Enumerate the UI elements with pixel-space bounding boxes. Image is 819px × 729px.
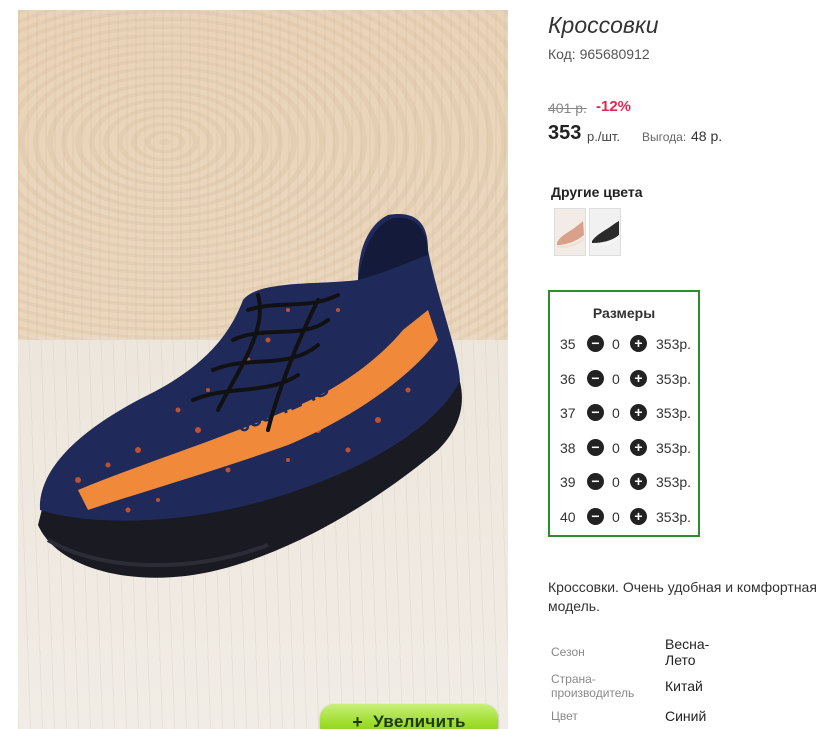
size-price: 353р. xyxy=(656,474,692,490)
sneaker-thumbnail-icon xyxy=(590,209,620,255)
attribute-label-season: Сезон xyxy=(551,645,585,659)
plus-icon[interactable]: + xyxy=(630,439,647,456)
sizes-panel: Размеры 35 − 0 + 353р. 36 − 0 + 353р. 37… xyxy=(548,290,700,537)
discount-badge: -12% xyxy=(596,98,632,115)
size-quantity: 0 xyxy=(612,371,620,387)
minus-icon[interactable]: − xyxy=(587,370,604,387)
price-unit: р./шт. xyxy=(587,129,621,144)
minus-icon[interactable]: − xyxy=(587,335,604,352)
color-swatch-beige[interactable] xyxy=(554,208,586,256)
size-price: 353р. xyxy=(656,371,692,387)
minus-icon[interactable]: − xyxy=(587,473,604,490)
savings-value: 48 р. xyxy=(691,128,723,144)
size-label: 36 xyxy=(560,371,576,387)
attribute-value-color: Синий xyxy=(665,708,707,724)
size-row: 39 − 0 + 353р. xyxy=(550,472,698,492)
product-code-label: Код: xyxy=(548,46,576,62)
plus-icon: + xyxy=(352,711,364,729)
product-code-value: 965680912 xyxy=(579,46,650,62)
plus-icon[interactable]: + xyxy=(630,370,647,387)
size-quantity: 0 xyxy=(612,336,620,352)
minus-icon[interactable]: − xyxy=(587,439,604,456)
minus-icon[interactable]: − xyxy=(587,508,604,525)
product-image[interactable]: SPLY-350 + Увеличить xyxy=(18,10,508,729)
old-price: 401 р. xyxy=(548,100,587,116)
size-price: 353р. xyxy=(656,440,692,456)
size-label: 40 xyxy=(560,509,576,525)
plus-icon[interactable]: + xyxy=(630,404,647,421)
size-row: 37 − 0 + 353р. xyxy=(550,403,698,423)
size-quantity: 0 xyxy=(612,440,620,456)
size-label: 38 xyxy=(560,440,576,456)
size-label: 35 xyxy=(560,336,576,352)
sizes-title: Размеры xyxy=(592,305,656,321)
size-price: 353р. xyxy=(656,509,692,525)
size-price: 353р. xyxy=(656,405,692,421)
size-label: 39 xyxy=(560,474,576,490)
plus-icon[interactable]: + xyxy=(630,335,647,352)
product-code: Код: 965680912 xyxy=(548,46,650,62)
plus-icon[interactable]: + xyxy=(630,508,647,525)
attribute-value-country: Китай xyxy=(665,678,703,694)
size-label: 37 xyxy=(560,405,576,421)
size-row: 40 − 0 + 353р. xyxy=(550,507,698,527)
size-row: 38 − 0 + 353р. xyxy=(550,438,698,458)
attribute-label-color: Цвет xyxy=(551,709,578,723)
sneaker-photo: SPLY-350 xyxy=(38,214,462,578)
plus-icon[interactable]: + xyxy=(630,473,647,490)
size-row: 36 − 0 + 353р. xyxy=(550,369,698,389)
sneaker-thumbnail-icon xyxy=(555,209,585,255)
savings-label: Выгода: xyxy=(642,130,687,144)
size-row: 35 − 0 + 353р. xyxy=(550,334,698,354)
minus-icon[interactable]: − xyxy=(587,404,604,421)
size-quantity: 0 xyxy=(612,405,620,421)
attribute-value-season: Весна-Лето xyxy=(665,636,710,668)
attribute-label-country: Страна-производитель xyxy=(551,672,635,700)
size-price: 353р. xyxy=(656,336,692,352)
zoom-button-label: Увеличить xyxy=(373,712,466,729)
zoom-button[interactable]: + Увеличить xyxy=(320,704,498,729)
current-price: 353 xyxy=(548,122,582,144)
size-quantity: 0 xyxy=(612,509,620,525)
size-quantity: 0 xyxy=(612,474,620,490)
color-swatch-black[interactable] xyxy=(589,208,621,256)
product-title: Кроссовки xyxy=(548,12,659,38)
product-description: Кроссовки. Очень удобная и комфортная мо… xyxy=(548,579,817,614)
other-colors-title: Другие цвета xyxy=(551,184,643,200)
